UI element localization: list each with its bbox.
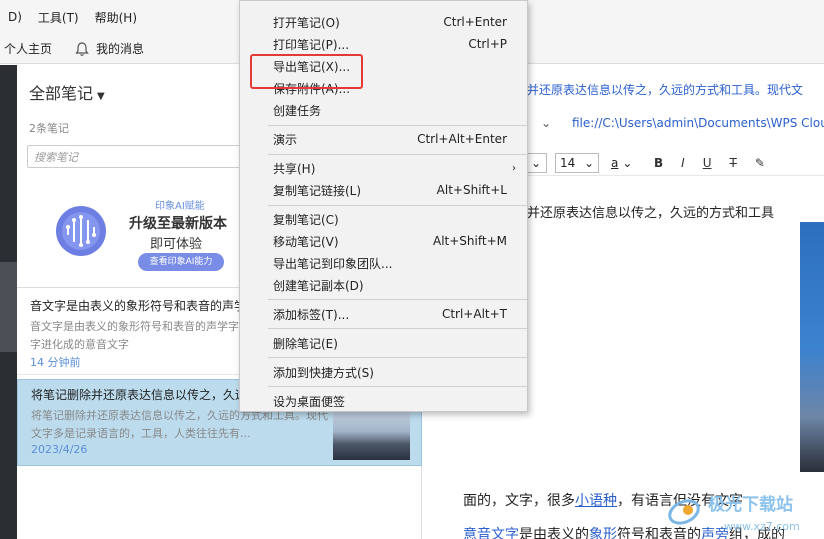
menu-move-note[interactable]: 移动笔记(V) Alt+Shift+M <box>240 231 527 251</box>
text-run: 是由表义的 <box>519 527 589 539</box>
note-image <box>800 222 824 472</box>
highlighter-icon[interactable]: ✎ <box>755 156 765 170</box>
sidebar-selected-indicator <box>0 262 17 352</box>
double-chevron-icon[interactable]: ⌄ <box>541 116 551 130</box>
font-size-value: 14 <box>560 155 576 170</box>
chevron-down-icon: ▼ <box>97 91 105 102</box>
menu-divider <box>268 386 527 387</box>
font-color-icon: a <box>611 155 619 170</box>
search-input[interactable]: 搜索笔记 <box>27 145 252 168</box>
menu-shortcut: Ctrl+P <box>468 37 507 51</box>
menu-label: 移动笔记(V) <box>273 234 339 249</box>
chevron-down-icon: ⌄ <box>583 155 594 170</box>
menu-label: 添加标签(T)... <box>273 307 350 322</box>
menu-divider <box>268 154 527 155</box>
menu-create-task[interactable]: 创建任务 <box>240 100 527 120</box>
banner-subtitle: 即可体验 <box>150 237 203 252</box>
menu-copy-note[interactable]: 复制笔记(C) <box>240 209 527 229</box>
menu-item-tools[interactable]: 工具(T) <box>30 9 87 26</box>
note-title: 将笔记删除并还原表达信息以传之，久远 <box>31 388 241 402</box>
ai-brain-icon <box>56 206 106 256</box>
menu-share[interactable]: 共享(H) › <box>240 158 527 178</box>
bold-button[interactable]: B <box>654 156 663 170</box>
messages-label: 我的消息 <box>96 42 145 56</box>
menu-copy-link[interactable]: 复制笔记链接(L) Alt+Shift+L <box>240 180 527 200</box>
font-size-select[interactable]: 14 ⌄ <box>555 152 599 173</box>
note-thumbnail <box>333 408 410 460</box>
menu-label: 删除笔记(E) <box>273 336 338 351</box>
menu-label: 创建笔记副本(D) <box>273 278 364 293</box>
menu-present[interactable]: 演示 Ctrl+Alt+Enter <box>240 129 527 149</box>
menu-label: 打印笔记(P)... <box>273 37 350 52</box>
menu-add-tag[interactable]: 添加标签(T)... Ctrl+Alt+T <box>240 304 527 324</box>
note-file-path[interactable]: file://C:\Users\admin\Documents\WPS Clou <box>572 116 824 130</box>
menu-add-shortcut[interactable]: 添加到快捷方式(S) <box>240 362 527 382</box>
menu-shortcut: Alt+Shift+L <box>436 183 507 197</box>
font-family-select[interactable]: ⌄ <box>527 152 547 173</box>
highlight-box <box>250 54 363 89</box>
italic-button[interactable]: I <box>681 156 685 170</box>
menu-open-note[interactable]: 打开笔记(O) Ctrl+Enter <box>240 12 527 32</box>
underline-button[interactable]: U <box>703 156 712 170</box>
note-time: 2023/4/26 <box>31 443 88 456</box>
menu-print-note[interactable]: 打印笔记(P)... Ctrl+P <box>240 34 527 54</box>
menu-label: 共享(H) <box>273 161 316 176</box>
note-title: 音文字是由表义的象形符号和表音的声学 <box>30 299 240 313</box>
text-run: 面的，文字，很多 <box>463 493 575 509</box>
menu-divider <box>268 125 527 126</box>
menu-item-help[interactable]: 帮助(H) <box>87 9 145 26</box>
home-button[interactable]: 个人主页 <box>4 40 52 57</box>
menu-shortcut: Ctrl+Alt+Enter <box>417 132 507 146</box>
strikethrough-button[interactable]: T <box>730 156 737 170</box>
font-color-button[interactable]: a ⌄ <box>607 152 637 173</box>
menu-divider <box>268 299 527 300</box>
inline-link[interactable]: 象形 <box>589 527 617 539</box>
menu-shortcut: Ctrl+Alt+T <box>441 307 507 321</box>
format-toolbar: ⌄ 14 ⌄ a ⌄ B I U T ✎ <box>527 150 824 176</box>
watermark-title: 极光下载站 <box>708 494 793 515</box>
menu-desktop-sticky[interactable]: 设为桌面便签 <box>240 391 527 411</box>
note-time: 14 分钟前 <box>30 356 81 369</box>
chevron-down-icon: ⌄ <box>622 155 633 170</box>
menu-item-partial[interactable]: D) <box>0 10 30 24</box>
menu-divider <box>268 205 527 206</box>
note-snippet: 将笔记删除并还原表达信息以传之，久远的方式和工具。现代文字多是记录语言的，工具，… <box>31 409 328 440</box>
inline-link[interactable]: 小语种 <box>575 493 617 509</box>
note-count: 2条笔记 <box>29 122 69 135</box>
home-label: 个人主页 <box>4 42 53 56</box>
watermark-logo: 极光下载站 www.xz7.com <box>668 494 800 533</box>
menu-label: 打开笔记(O) <box>273 15 340 30</box>
menu-delete-note[interactable]: 删除笔记(E) <box>240 333 527 353</box>
notebook-title: 全部笔记 <box>29 84 94 103</box>
menu-label: 演示 <box>273 132 298 147</box>
note-source-link[interactable]: 并还原表达信息以传之，久远的方式和工具。现代文 <box>527 81 803 98</box>
menu-label: 复制笔记(C) <box>273 212 339 227</box>
inline-link[interactable]: 意音文字 <box>463 527 519 539</box>
menu-label: 创建任务 <box>273 103 322 118</box>
menu-shortcut: Ctrl+Enter <box>443 15 507 29</box>
banner-title: 升级至最新版本 <box>129 216 227 232</box>
editor-text-line[interactable]: 并还原表达信息以传之，久远的方式和工具 <box>527 202 774 221</box>
menu-label: 添加到快捷方式(S) <box>273 365 374 380</box>
menu-label: 设为桌面便签 <box>273 394 346 409</box>
sidebar-strip <box>0 65 17 539</box>
menu-label: 复制笔记链接(L) <box>273 183 362 198</box>
menu-divider <box>268 328 527 329</box>
menu-duplicate-note[interactable]: 创建笔记副本(D) <box>240 275 527 295</box>
menu-export-to-team[interactable]: 导出笔记到印象团队... <box>240 253 527 273</box>
banner-tag: 印象AI赋能 <box>155 201 205 212</box>
watermark-url: www.xz7.com <box>724 520 800 533</box>
menu-shortcut: Alt+Shift+M <box>433 234 507 248</box>
chevron-right-icon: › <box>512 162 516 174</box>
notebook-selector[interactable]: 全部笔记 ▼ <box>29 80 105 104</box>
menu-label: 导出笔记到印象团队... <box>273 256 393 271</box>
messages-button[interactable]: 我的消息 <box>74 40 144 57</box>
menu-divider <box>268 357 527 358</box>
app-window: D) 工具(T) 帮助(H) 个人主页 我的消息 全部笔记 ▼ 2条笔记 搜索笔记 <box>0 0 824 539</box>
bell-icon <box>75 41 89 56</box>
view-ai-button[interactable]: 查看印象AI能力 <box>138 253 224 271</box>
